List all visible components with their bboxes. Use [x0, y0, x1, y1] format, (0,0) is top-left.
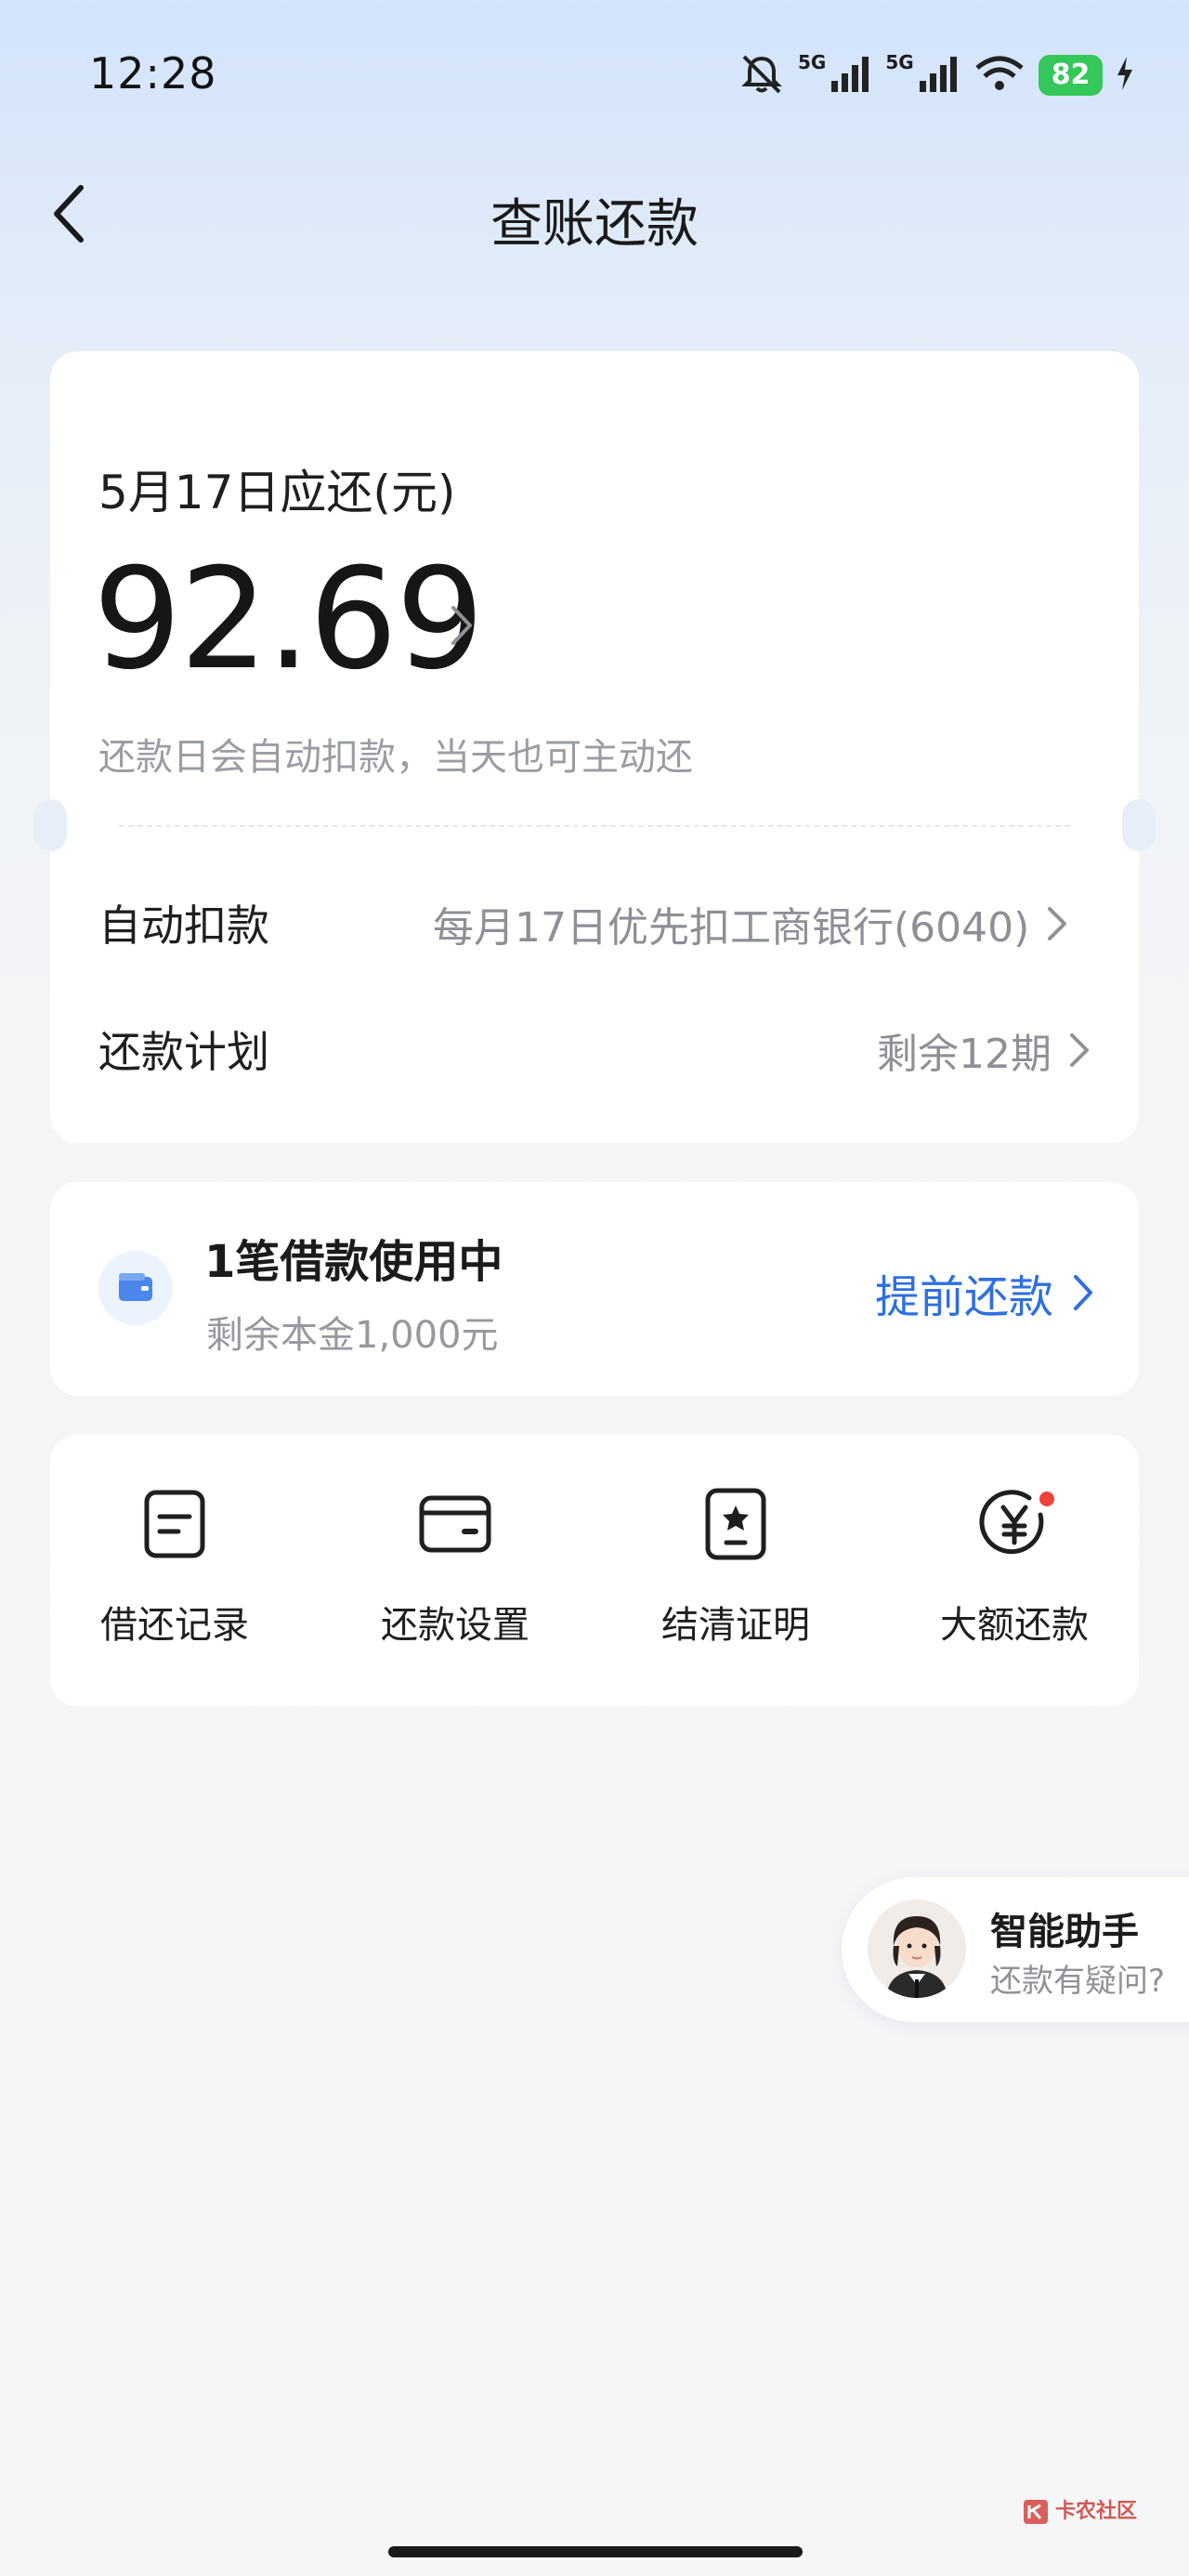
card-notch-left: [33, 799, 67, 851]
chevron-right-icon[interactable]: [448, 602, 476, 649]
prepay-label: 提前还款: [875, 1271, 1054, 1323]
tool-label: 结清证明: [661, 1604, 810, 1647]
assistant-subtitle: 还款有疑问?: [990, 1963, 1166, 2000]
chevron-right-icon: [1074, 1275, 1093, 1310]
due-date-label: 5月17日应还(元): [98, 466, 456, 519]
chevron-right-icon: [1070, 1033, 1089, 1067]
tool-borrow-repay-records[interactable]: 借还记录: [54, 1487, 295, 1649]
certificate-icon: [699, 1487, 773, 1561]
prepay-button[interactable]: 提前还款: [875, 1260, 1094, 1325]
signal-icon: [830, 55, 872, 96]
watermark: 卡农社区: [1022, 2498, 1137, 2526]
page-title: 查账还款: [490, 194, 699, 255]
assistant-title: 智能助手: [990, 1911, 1139, 1953]
tool-repayment-settings[interactable]: 还款设置: [334, 1487, 576, 1649]
tool-label: 还款设置: [381, 1604, 529, 1647]
tool-label: 借还记录: [100, 1604, 249, 1647]
signal-icon: [918, 55, 960, 96]
network-type-2: 5G: [885, 51, 914, 73]
assistant-avatar: [868, 1899, 966, 1998]
wifi-icon: [973, 55, 1026, 96]
card-notch-right: [1122, 799, 1156, 851]
repayment-plan-value: 剩余12期: [877, 1031, 1052, 1078]
loan-title: 1笔借款使用中: [204, 1236, 503, 1288]
network-type-1: 5G: [798, 51, 827, 73]
repayment-plan-label: 还款计划: [98, 1027, 269, 1077]
auto-debit-row[interactable]: 每月17日优先扣工商银行(6040): [433, 894, 1068, 953]
home-indicator[interactable]: [388, 2546, 803, 2557]
auto-debit-value: 每月17日优先扣工商银行(6040): [433, 904, 1030, 952]
charging-icon: [1116, 57, 1134, 94]
watermark-text: 卡农社区: [1055, 2500, 1138, 2523]
wallet-icon: [98, 1251, 173, 1325]
record-icon: [137, 1487, 212, 1561]
notification-dot: [1037, 1489, 1057, 1509]
watermark-logo-icon: [1024, 2500, 1048, 2524]
due-amount[interactable]: 92.69: [93, 550, 484, 690]
status-icons: 5G 5G 82: [738, 51, 1134, 99]
chevron-right-icon: [1048, 907, 1067, 940]
repayment-plan-row[interactable]: 剩余12期: [877, 1020, 1091, 1080]
tool-settlement-certificate[interactable]: 结清证明: [615, 1487, 856, 1649]
tool-label: 大额还款: [940, 1604, 1089, 1647]
battery-icon: 82: [1038, 55, 1104, 96]
tool-large-repayment[interactable]: 大额还款: [894, 1487, 1135, 1649]
yuan-icon: [977, 1487, 1057, 1561]
loan-remaining-principal: 剩余本金1,000元: [206, 1314, 499, 1357]
status-time: 12:28: [89, 48, 217, 99]
auto-debit-label: 自动扣款: [98, 900, 269, 951]
auto-debit-note: 还款日会自动扣款，当天也可主动还: [98, 736, 693, 779]
divider: [119, 825, 1070, 827]
card-settings-icon: [418, 1487, 492, 1561]
mute-icon: [738, 53, 785, 98]
